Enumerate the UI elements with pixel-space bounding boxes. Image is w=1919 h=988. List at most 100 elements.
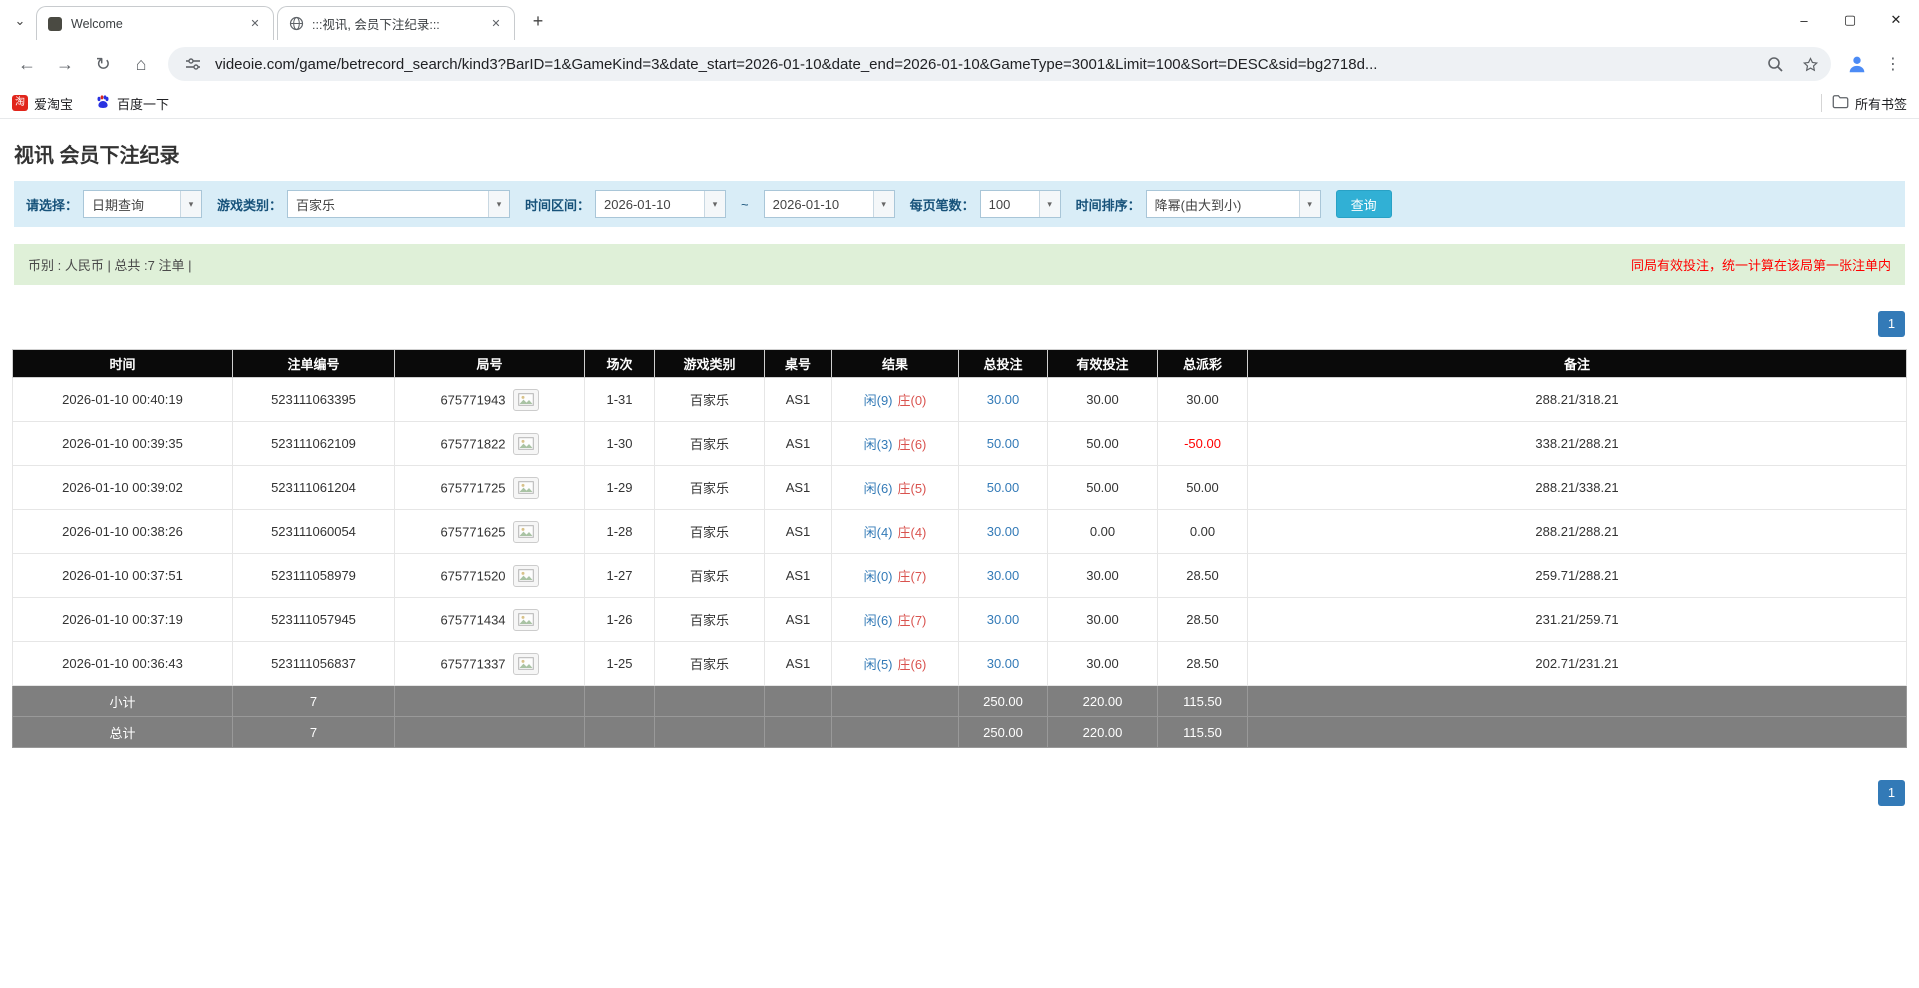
result-player: 闲(0) [864,569,893,584]
window-controls: – ▢ ✕ [1781,0,1919,40]
cell-round: 675771625 [395,510,585,554]
subtotal-valid-bet: 220.00 [1048,686,1158,717]
header-game-kind: 游戏类别 [655,350,765,378]
game-kind-label: 游戏类别： [217,195,282,214]
total-bet-link[interactable]: 30.00 [987,524,1020,539]
result-player: 闲(4) [864,525,893,540]
back-button[interactable]: ← [10,47,44,81]
sort-value[interactable]: 降幂(由大到小) [1147,191,1299,217]
round-image-icon[interactable] [513,521,539,543]
table-row: 2026-01-10 00:36:43 523111056837 6757713… [13,642,1907,686]
cell-time: 2026-01-10 00:39:35 [13,422,233,466]
round-image-icon[interactable] [513,389,539,411]
close-button[interactable]: ✕ [1873,0,1919,40]
search-button[interactable]: 查询 [1336,190,1392,218]
site-settings-icon[interactable] [180,51,206,77]
query-type-value[interactable]: 日期查询 [84,191,180,217]
tab-close-icon[interactable]: ✕ [247,16,263,32]
cell-remark: 288.21/338.21 [1248,466,1907,510]
round-image-icon[interactable] [513,653,539,675]
header-remark: 备注 [1248,350,1907,378]
total-bet-link[interactable]: 30.00 [987,612,1020,627]
chevron-down-icon[interactable]: ▾ [1039,191,1060,217]
per-page-select[interactable]: 100 ▾ [980,190,1061,218]
game-kind-select[interactable]: 百家乐 ▾ [287,190,510,218]
bookmark-label: 爱淘宝 [34,94,73,113]
table-row: 2026-01-10 00:38:26 523111060054 6757716… [13,510,1907,554]
cell-remark: 202.71/231.21 [1248,642,1907,686]
filter-bar: 请选择： 日期查询 ▾ 游戏类别： 百家乐 ▾ 时间区间： 2026-01-10… [14,181,1905,227]
query-type-select[interactable]: 日期查询 ▾ [83,190,202,218]
address-bar[interactable]: videoie.com/game/betrecord_search/kind3?… [168,47,1831,81]
url-text[interactable]: videoie.com/game/betrecord_search/kind3?… [215,56,1753,73]
table-row: 2026-01-10 00:37:19 523111057945 6757714… [13,598,1907,642]
chevron-down-icon[interactable]: ▾ [1299,191,1320,217]
date-start-input[interactable]: 2026-01-10 ▾ [595,190,726,218]
forward-button[interactable]: → [48,47,82,81]
cell-session: 1-27 [585,554,655,598]
cell-valid-bet: 30.00 [1048,598,1158,642]
total-payout: 115.50 [1158,717,1248,748]
cell-game: 百家乐 [655,378,765,422]
tab-welcome[interactable]: Welcome ✕ [36,6,274,40]
tab-search-chevron-icon[interactable]: ⌄ [6,7,34,35]
per-page-label: 每页笔数： [910,195,975,214]
reload-button[interactable]: ↻ [86,47,120,81]
subtotal-total-bet: 250.00 [959,686,1048,717]
subtotal-label: 小计 [13,686,233,717]
bookmark-star-icon[interactable] [1797,51,1823,77]
result-banker: 庄(7) [898,569,927,584]
round-image-icon[interactable] [513,433,539,455]
home-button[interactable]: ⌂ [124,47,158,81]
cell-result: 闲(6)庄(5) [832,466,959,510]
profile-avatar-icon[interactable] [1841,48,1873,80]
bookmark-aitaobao[interactable]: 淘 爱淘宝 [12,94,73,113]
browser-menu-icon[interactable]: ⋮ [1877,48,1909,80]
page-1-button[interactable]: 1 [1878,311,1905,337]
table-header-row: 时间 注单编号 局号 场次 游戏类别 桌号 结果 总投注 有效投注 总派彩 备注 [13,350,1907,378]
maximize-button[interactable]: ▢ [1827,0,1873,40]
header-session: 场次 [585,350,655,378]
date-end-value[interactable]: 2026-01-10 [765,191,873,217]
total-bet-link[interactable]: 30.00 [987,392,1020,407]
cell-round: 675771520 [395,554,585,598]
summary-bar: 币别 : 人民币 | 总共 :7 注单 | 同局有效投注，统一计算在该局第一张注… [14,244,1905,285]
total-bet-link[interactable]: 50.00 [987,436,1020,451]
all-bookmarks-button[interactable]: 所有书签 [1832,94,1907,113]
round-image-icon[interactable] [513,565,539,587]
chevron-down-icon[interactable]: ▾ [488,191,509,217]
cell-table-no: AS1 [765,378,832,422]
tab-close-icon[interactable]: ✕ [488,16,504,32]
per-page-value[interactable]: 100 [981,191,1039,217]
round-number: 675771822 [440,436,505,451]
game-kind-value[interactable]: 百家乐 [288,191,488,217]
tab-betrecord[interactable]: :::视讯, 会员下注纪录::: ✕ [277,6,515,40]
date-start-value[interactable]: 2026-01-10 [596,191,704,217]
header-result: 结果 [832,350,959,378]
cell-bet-id: 523111060054 [233,510,395,554]
result-player: 闲(9) [864,393,893,408]
total-bet-link[interactable]: 30.00 [987,656,1020,671]
header-time: 时间 [13,350,233,378]
bookmark-baidu[interactable]: 百度一下 [95,94,169,113]
globe-icon [288,16,304,32]
cell-total-bet: 30.00 [959,642,1048,686]
new-tab-button[interactable]: + [524,7,552,35]
chevron-down-icon[interactable]: ▾ [180,191,201,217]
total-bet-link[interactable]: 30.00 [987,568,1020,583]
round-image-icon[interactable] [513,609,539,631]
sort-select[interactable]: 降幂(由大到小) ▾ [1146,190,1321,218]
chevron-down-icon[interactable]: ▾ [873,191,894,217]
cell-payout: 28.50 [1158,554,1248,598]
subtotal-payout: 115.50 [1158,686,1248,717]
result-banker: 庄(6) [898,657,927,672]
cell-table-no: AS1 [765,642,832,686]
date-end-input[interactable]: 2026-01-10 ▾ [764,190,895,218]
zoom-icon[interactable] [1762,51,1788,77]
page-1-button[interactable]: 1 [1878,780,1905,806]
chevron-down-icon[interactable]: ▾ [704,191,725,217]
round-image-icon[interactable] [513,477,539,499]
minimize-button[interactable]: – [1781,0,1827,40]
all-bookmarks-label: 所有书签 [1855,94,1907,113]
total-bet-link[interactable]: 50.00 [987,480,1020,495]
